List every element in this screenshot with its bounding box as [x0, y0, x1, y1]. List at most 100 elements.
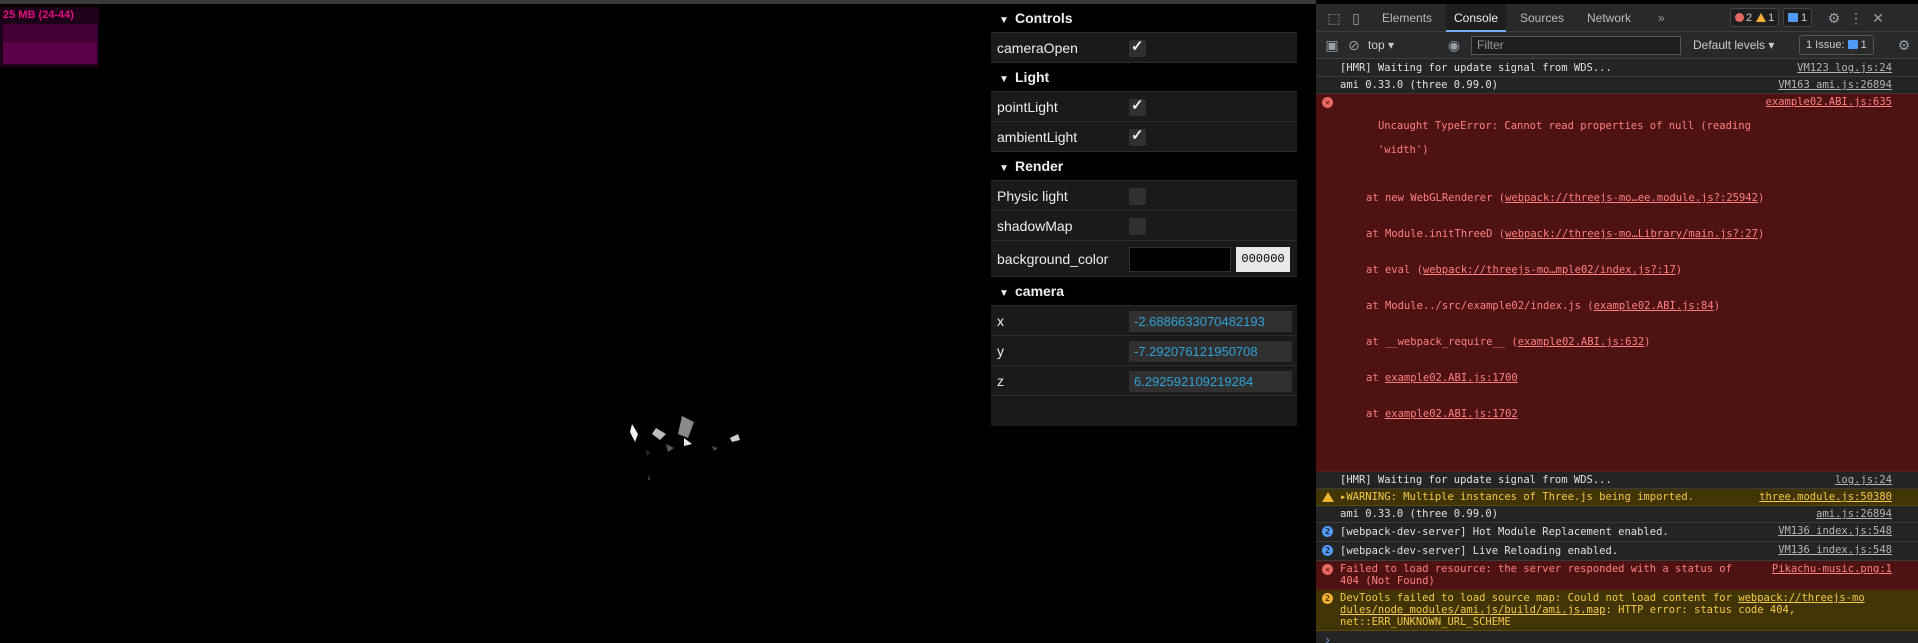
message-source-link[interactable]: three.module.js:50380 — [1759, 491, 1892, 503]
log-levels-dropdown[interactable]: Default levels ▾ — [1693, 36, 1774, 55]
error-warning-counter[interactable]: 21 — [1730, 8, 1780, 27]
chevron-down-icon: ▾ — [1768, 38, 1775, 52]
frame-link[interactable]: webpack://threejs-mo…ee.module.js?:25942 — [1505, 192, 1758, 204]
message-source-link[interactable]: ami.js:26894 — [1816, 508, 1892, 520]
message-text: [HMR] Waiting for update signal from WDS… — [1340, 474, 1612, 486]
close-icon[interactable]: ✕ — [1868, 8, 1888, 28]
clear-console-icon[interactable]: ⊘ — [1344, 35, 1364, 55]
eye-icon[interactable]: ◉ — [1444, 35, 1464, 55]
error-icon: ✕ — [1322, 97, 1333, 108]
message-source-link[interactable]: VM136 index.js:548 — [1778, 525, 1892, 537]
message-source-link[interactable]: Pikachu-music.png:1 — [1772, 563, 1892, 575]
frame-text: at Module.initThreeD ( — [1366, 228, 1506, 240]
source-map-link[interactable]: dules/node_modules/ami.js/build/ami.js.m… — [1340, 604, 1606, 616]
issues-label: 1 Issue: — [1806, 39, 1845, 51]
camera-y-input[interactable]: -7.292076121950708 — [1129, 341, 1292, 362]
source-map-link[interactable]: webpack://threejs-mo — [1738, 592, 1864, 604]
message-source-link[interactable]: log.js:24 — [1835, 474, 1892, 486]
devtools-tabbar: ⬚ ▯ Elements Console Sources Network » 2… — [1316, 4, 1918, 32]
camera-x-input[interactable]: -2.6886633070482193 — [1129, 311, 1292, 332]
camera-z-input[interactable]: 6.292592109219284 — [1129, 371, 1292, 392]
scene-shard — [730, 434, 740, 442]
frame-text: at eval ( — [1366, 264, 1423, 276]
tab-elements[interactable]: Elements — [1374, 4, 1440, 32]
message-text: ami 0.33.0 (three 0.99.0) — [1340, 79, 1499, 91]
tab-network[interactable]: Network — [1579, 4, 1639, 32]
control-camera-x: x -2.6886633070482193 — [991, 306, 1297, 336]
scene-shard — [678, 416, 694, 438]
frame-link[interactable]: example02.ABI.js:1702 — [1385, 408, 1518, 420]
error-icon: ✕ — [1322, 564, 1333, 575]
filter-input[interactable]: Filter — [1471, 36, 1681, 55]
frame-link[interactable]: webpack://threejs-mo…mple02/index.js?:17 — [1423, 264, 1676, 276]
error-stack-trace: at new WebGLRenderer (webpack://threejs-… — [1340, 168, 1918, 444]
more-tabs-button[interactable]: » — [1650, 4, 1673, 32]
context-selector[interactable]: top ▾ — [1368, 36, 1394, 55]
chevron-down-icon: ▼ — [999, 15, 1009, 26]
scene-shard — [648, 474, 650, 480]
pointlight-checkbox[interactable] — [1129, 96, 1146, 116]
devtools-panel: ⬚ ▯ Elements Console Sources Network » 2… — [1316, 4, 1918, 643]
console-prompt[interactable]: › — [1316, 631, 1918, 643]
chevron-down-icon: ▼ — [999, 163, 1009, 174]
message-source-link[interactable]: VM163 ami.js:26894 — [1778, 79, 1892, 91]
console-info: 2 [webpack-dev-server] Live Reloading ena… — [1316, 542, 1918, 561]
message-text: [webpack-dev-server] Live Reloading enab… — [1340, 545, 1619, 557]
message-text: [HMR] Waiting for update signal from WDS… — [1340, 62, 1612, 74]
control-background-color: background_color 000000 — [991, 241, 1297, 277]
message-text: 404 (Not Found) — [1340, 575, 1435, 587]
cameraopen-checkbox[interactable] — [1129, 37, 1146, 57]
frame-link[interactable]: example02.ABI.js:632 — [1518, 336, 1644, 348]
control-cameraopen: cameraOpen — [991, 33, 1297, 63]
stats-graph — [3, 24, 97, 64]
info-counter[interactable]: 1 — [1783, 8, 1813, 27]
scene-shard — [652, 428, 666, 440]
message-source-link[interactable]: VM123 log.js:24 — [1797, 62, 1892, 74]
message-text: Uncaught TypeError: Cannot read properti… — [1377, 120, 1751, 132]
console-message: [HMR] Waiting for update signal from WDS… — [1316, 60, 1918, 77]
folder-camera[interactable]: ▼ camera — [991, 277, 1297, 306]
stack-frame: at example02.ABI.js:1700 — [1366, 372, 1918, 384]
frame-link[interactable]: webpack://threejs-mo…Library/main.js?:27 — [1505, 228, 1758, 240]
stats-panel[interactable]: 25 MB (24-44) — [0, 7, 99, 67]
console-message: [HMR] Waiting for update signal from WDS… — [1316, 472, 1918, 489]
message-source-link[interactable]: VM136 index.js:548 — [1778, 544, 1892, 556]
ambientlight-checkbox[interactable] — [1129, 126, 1146, 146]
error-count: 2 — [1746, 12, 1753, 24]
frame-link[interactable]: example02.ABI.js:84 — [1594, 300, 1714, 312]
frame-link[interactable]: example02.ABI.js:1700 — [1385, 372, 1518, 384]
folder-light[interactable]: ▼ Light — [991, 63, 1297, 92]
folder-render[interactable]: ▼ Render — [991, 152, 1297, 181]
stack-frame: at __webpack_require__ (example02.ABI.js… — [1366, 336, 1918, 348]
console-warning: 2 DevTools failed to load source map: Cou… — [1316, 590, 1918, 631]
gear-icon[interactable]: ⚙ — [1824, 8, 1844, 28]
message-text: ▸WARNING: Multiple instances of Three.js… — [1340, 491, 1695, 503]
tab-console[interactable]: Console — [1446, 4, 1507, 32]
issues-button[interactable]: 1 Issue: 1 — [1799, 35, 1874, 55]
control-camera-z: z 6.292592109219284 — [991, 366, 1297, 396]
message-text: 'width') — [1377, 144, 1429, 156]
control-label: x — [997, 313, 1004, 329]
scene-shard — [630, 424, 638, 442]
message-source-link[interactable]: example02.ABI.js:635 — [1766, 96, 1892, 108]
message-text: ami 0.33.0 (three 0.99.0) — [1340, 508, 1499, 520]
inspect-element-icon[interactable]: ⬚ — [1324, 8, 1344, 28]
physic-light-checkbox[interactable] — [1129, 188, 1146, 205]
folder-controls[interactable]: ▼ Controls — [991, 4, 1297, 33]
console-warning[interactable]: ▸WARNING: Multiple instances of Three.js… — [1316, 489, 1918, 506]
background-color-input[interactable]: 000000 — [1236, 247, 1290, 272]
frame-text: at — [1366, 372, 1385, 384]
console-message: ami 0.33.0 (three 0.99.0) VM163 ami.js:26… — [1316, 77, 1918, 94]
tab-sources[interactable]: Sources — [1512, 4, 1572, 32]
sidebar-toggle-icon[interactable]: ▣ — [1322, 35, 1342, 55]
scene-shard — [666, 444, 674, 452]
more-options-icon[interactable]: ⋮ — [1846, 8, 1866, 28]
console-toolbar: ▣ ⊘ top ▾ ◉ Filter Default levels ▾ 1 Is… — [1316, 32, 1918, 59]
shadowmap-checkbox[interactable] — [1129, 218, 1146, 235]
gear-icon[interactable]: ⚙ — [1894, 35, 1914, 55]
background-color-swatch[interactable] — [1129, 247, 1231, 272]
issues-count: 1 — [1860, 39, 1867, 51]
device-toolbar-icon[interactable]: ▯ — [1346, 8, 1366, 28]
scene-render — [630, 416, 740, 480]
repeat-count-badge: 2 — [1322, 593, 1333, 604]
